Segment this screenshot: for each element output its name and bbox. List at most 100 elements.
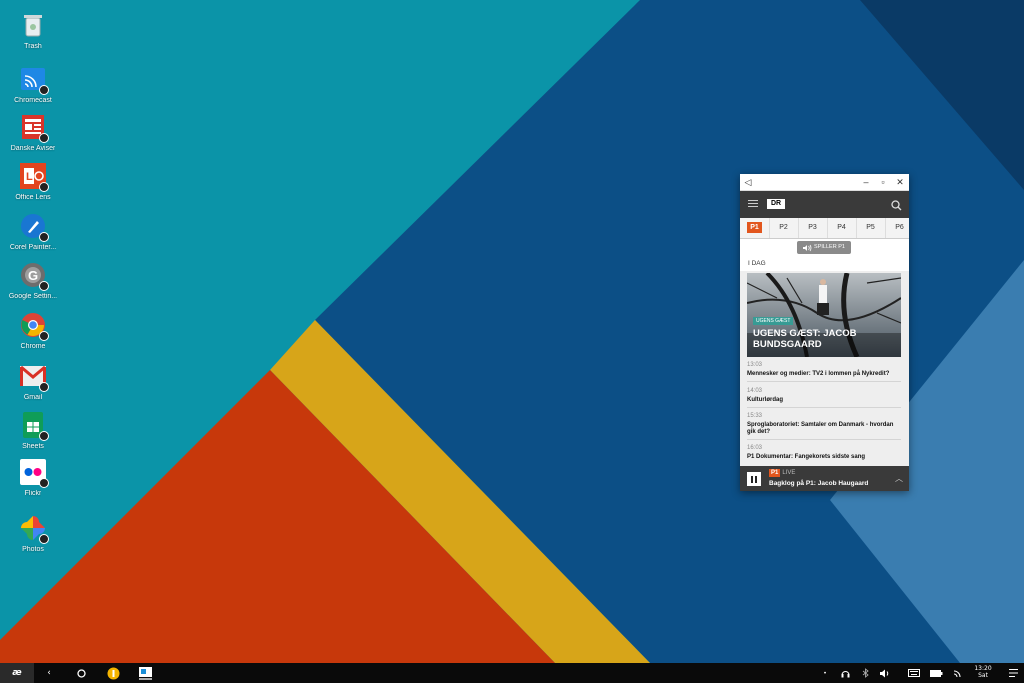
channel-badge: P1 [769, 469, 781, 477]
launcher-button[interactable]: æ [0, 663, 34, 683]
program-name: Kulturlørdag [747, 397, 783, 403]
window-titlebar: ◁ – ▫ ✕ [740, 174, 909, 191]
desktop-icon-google-settings[interactable]: G Google Settin... [6, 262, 60, 300]
tab-p1[interactable]: P1 [740, 218, 770, 238]
battery-icon[interactable] [928, 663, 944, 683]
minimize-button[interactable]: – [858, 174, 874, 190]
program-name: Mennesker og medier: TV2 i lommen på Nyk… [747, 371, 890, 377]
dr-logo-text: DR [771, 200, 782, 207]
list-item[interactable]: 13:03 Mennesker og medier: TV2 i lommen … [747, 362, 901, 382]
chevron-up-icon[interactable]: ︿ [895, 473, 903, 484]
desktop-icon-label: Sheets [22, 443, 44, 450]
program-time: 15:33 [747, 413, 763, 419]
notifications-icon[interactable] [1006, 663, 1020, 683]
desktop-icon-label: Flickr [24, 490, 42, 497]
channel-tabs: P1 P2 P3 P4 P5 P6 [740, 218, 909, 239]
tab-label: P6 [895, 224, 904, 231]
corel-painter-icon [20, 213, 49, 242]
desktop-icon-sheets[interactable]: Sheets [6, 412, 60, 450]
tab-label: P5 [866, 224, 875, 231]
tab-label: P2 [779, 224, 788, 231]
pause-button[interactable] [747, 472, 761, 486]
list-item[interactable]: 15:33 Sproglaboratoriet: Samtaler om Dan… [747, 413, 901, 440]
newspaper-icon [20, 114, 49, 143]
keyboard-icon[interactable] [906, 663, 922, 683]
trash-icon [20, 12, 46, 38]
tab-p3[interactable]: P3 [798, 218, 828, 238]
desktop-icon-label: Google Settin... [8, 293, 58, 300]
close-button[interactable]: ✕ [892, 174, 908, 190]
desktop-icon-photos[interactable]: Photos [6, 515, 60, 553]
clock-time: 13:20 [974, 665, 992, 672]
search-icon[interactable] [891, 198, 902, 216]
live-badge: LIVE [782, 470, 796, 476]
flickr-icon [20, 459, 49, 488]
desktop-icon-label: Gmail [23, 394, 43, 401]
desktop-icon-label: Trash [24, 43, 42, 50]
desktop-icon-trash[interactable]: Trash [6, 12, 60, 50]
bluetooth-icon[interactable] [858, 663, 872, 683]
chrome-icon [20, 312, 49, 341]
volume-icon[interactable] [878, 663, 892, 683]
player-channel: P1 LIVE [769, 469, 796, 477]
tab-p2[interactable]: P2 [769, 218, 799, 238]
dr-logo: DR [767, 199, 786, 209]
dot-icon: • [823, 669, 827, 677]
office-lens-icon: L [20, 163, 49, 192]
tab-p6[interactable]: P6 [885, 218, 909, 238]
speaker-icon [803, 244, 812, 251]
taskbar-app-icon[interactable] [104, 663, 122, 683]
now-playing-bar[interactable]: P1 LIVE Bagklog på P1: Jacob Haugaard ︿ [740, 466, 909, 491]
gmail-icon [20, 363, 49, 392]
tab-p5[interactable]: P5 [856, 218, 886, 238]
taskbar-clock[interactable]: 13:20 Sat [968, 665, 998, 679]
desktop-icon-label: Danske Aviser [10, 145, 56, 152]
maximize-button[interactable]: ▫ [875, 174, 891, 190]
clock-day: Sat [978, 672, 988, 679]
desktop-icon-gmail[interactable]: Gmail [6, 363, 60, 401]
desktop-icon-label: Office Lens [15, 194, 51, 201]
desktop-icon-flickr[interactable]: Flickr [6, 459, 60, 497]
list-item[interactable]: 16:03 P1 Dokumentar: Fangekorets sidste … [747, 445, 901, 464]
program-time: 13:03 [747, 362, 763, 368]
desktop-icon-label: Corel Painter... [9, 244, 57, 251]
playing-label: SPILLER P1 [814, 244, 845, 250]
program-list: UGENS GÆST UGENS GÆST: JACOB BUNDSGAARD … [740, 271, 909, 466]
section-heading: I DAG [740, 257, 909, 272]
tab-label: P1 [747, 222, 762, 233]
program-name: P1 Dokumentar: Fangekorets sidste sang [747, 454, 866, 460]
hero-tag: UGENS GÆST [753, 317, 794, 325]
hero-title: UGENS GÆST: JACOB BUNDSGAARD [753, 328, 857, 350]
tab-p4[interactable]: P4 [827, 218, 857, 238]
desktop-icon-chrome[interactable]: Chrome [6, 312, 60, 350]
sheets-icon [20, 412, 49, 441]
wifi-icon[interactable] [950, 663, 964, 683]
back-icon[interactable]: ◁ [740, 174, 756, 190]
svg-text:G: G [28, 268, 38, 283]
headset-icon[interactable] [838, 663, 852, 683]
home-icon[interactable] [73, 663, 89, 683]
program-time: 14:03 [747, 388, 763, 394]
tab-label: P4 [837, 224, 846, 231]
desktop-icon-chromecast[interactable]: Chromecast [6, 66, 60, 104]
desktop-icon-danske-aviser[interactable]: Danske Aviser [6, 114, 60, 152]
svg-text:L: L [26, 171, 33, 183]
hero-card[interactable]: UGENS GÆST UGENS GÆST: JACOB BUNDSGAARD [747, 273, 901, 357]
program-name: Sproglaboratoriet: Samtaler om Danmark -… [747, 422, 894, 435]
desktop-icon-corel-painter[interactable]: Corel Painter... [6, 213, 60, 251]
pause-icon [751, 475, 753, 483]
dr-radio-window: ◁ – ▫ ✕ DR P1 P2 P3 P4 P5 P6 SPILLER P1 … [740, 174, 909, 491]
photos-icon [20, 515, 49, 544]
hamburger-menu-icon[interactable] [748, 200, 758, 207]
google-settings-icon: G [20, 262, 49, 291]
desktop-icon-label: Photos [22, 546, 44, 553]
list-item[interactable]: 14:03 Kulturlørdag [747, 388, 901, 408]
dr-radio-taskbar-icon[interactable] [136, 663, 154, 683]
launcher-label: æ [12, 668, 22, 678]
back-nav-icon[interactable]: ‹ [42, 663, 56, 683]
playing-button[interactable]: SPILLER P1 [797, 241, 851, 254]
tab-label: P3 [808, 224, 817, 231]
pause-icon [755, 475, 757, 483]
taskbar: æ ‹ • 13:20 Sat [0, 663, 1024, 683]
desktop-icon-office-lens[interactable]: L Office Lens [6, 163, 60, 201]
